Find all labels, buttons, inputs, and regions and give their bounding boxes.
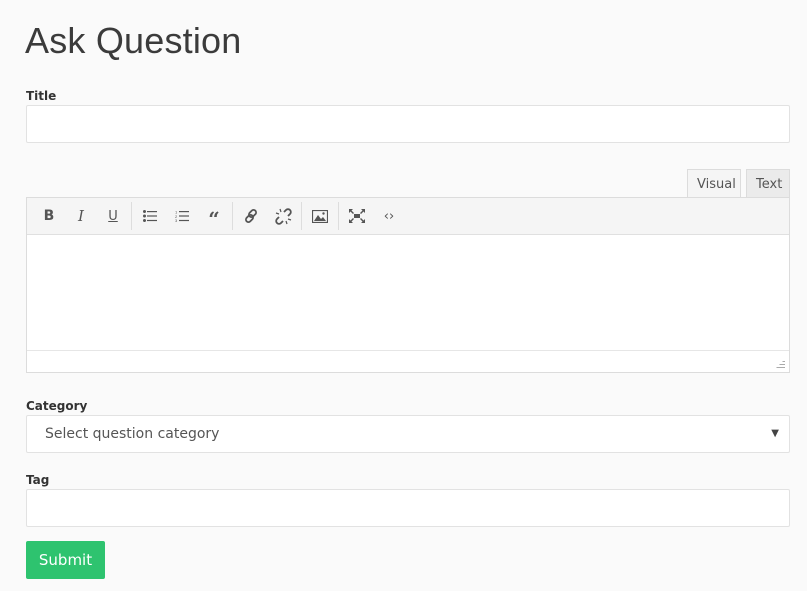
unlink-button[interactable] bbox=[267, 201, 299, 231]
link-icon bbox=[245, 209, 257, 223]
resize-handle-icon[interactable] bbox=[775, 359, 785, 369]
italic-icon: I bbox=[78, 207, 84, 225]
category-select[interactable]: Select question category ▼ bbox=[26, 415, 790, 453]
svg-text:3: 3 bbox=[175, 218, 178, 222]
category-selected-value: Select question category bbox=[45, 426, 220, 442]
blockquote-icon: “ bbox=[208, 207, 220, 231]
numbered-list-button[interactable]: 123 bbox=[166, 201, 198, 231]
italic-button[interactable]: I bbox=[65, 201, 97, 231]
blockquote-button[interactable]: “ bbox=[198, 201, 230, 231]
bold-icon: B bbox=[43, 208, 55, 224]
code-button[interactable]: ‹› bbox=[373, 201, 405, 231]
editor-statusbar bbox=[27, 350, 789, 372]
image-button[interactable] bbox=[304, 201, 336, 231]
editor-toolbar: B I U 123 “ ‹› bbox=[27, 198, 789, 235]
bullet-list-button[interactable] bbox=[134, 201, 166, 231]
title-label: Title bbox=[26, 89, 57, 103]
chevron-down-icon: ▼ bbox=[771, 428, 779, 439]
underline-button[interactable]: U bbox=[97, 201, 129, 231]
page-title: Ask Question bbox=[25, 20, 242, 61]
bullet-list-icon bbox=[143, 210, 157, 222]
bold-button[interactable]: B bbox=[33, 201, 65, 231]
editor-content-area[interactable] bbox=[27, 235, 789, 350]
submit-button[interactable]: Submit bbox=[26, 541, 105, 579]
category-label: Category bbox=[26, 399, 88, 413]
code-icon: ‹› bbox=[383, 208, 395, 224]
rich-text-editor: B I U 123 “ ‹› bbox=[26, 197, 790, 373]
tab-text[interactable]: Text bbox=[746, 169, 790, 198]
toolbar-divider bbox=[131, 202, 132, 230]
link-button[interactable] bbox=[235, 201, 267, 231]
fullscreen-icon bbox=[349, 209, 365, 223]
underline-icon: U bbox=[108, 208, 118, 224]
image-icon bbox=[312, 209, 328, 223]
tag-input[interactable] bbox=[26, 489, 790, 527]
numbered-list-icon: 123 bbox=[175, 210, 189, 222]
fullscreen-button[interactable] bbox=[341, 201, 373, 231]
tab-visual[interactable]: Visual bbox=[687, 169, 741, 198]
title-input[interactable] bbox=[26, 105, 790, 143]
unlink-icon bbox=[274, 207, 292, 225]
toolbar-divider bbox=[301, 202, 302, 230]
toolbar-divider bbox=[338, 202, 339, 230]
tag-label: Tag bbox=[26, 473, 50, 487]
toolbar-divider bbox=[232, 202, 233, 230]
